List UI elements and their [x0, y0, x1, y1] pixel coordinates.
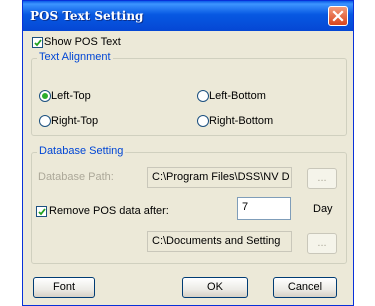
close-x-icon: [332, 10, 344, 22]
days-input[interactable]: 7: [237, 197, 291, 220]
font-button[interactable]: Font: [33, 277, 95, 298]
pos-text-setting-dialog: POS Text Setting Show POS Text Text Alig…: [22, 0, 354, 306]
ok-button[interactable]: OK: [182, 277, 248, 298]
radio-right-bottom-label[interactable]: Right-Bottom: [209, 115, 273, 127]
close-button[interactable]: [328, 6, 348, 26]
database-setting-group-label: Database Setting: [37, 145, 126, 157]
title-bar: POS Text Setting: [23, 1, 353, 31]
check-icon: [34, 39, 42, 47]
show-pos-text-checkbox[interactable]: [32, 37, 43, 48]
radio-selected-dot: [42, 93, 48, 99]
text-alignment-group-label: Text Alignment: [37, 51, 113, 63]
radio-left-top[interactable]: [39, 90, 51, 102]
window-title: POS Text Setting: [30, 9, 144, 23]
check-icon: [38, 208, 46, 216]
cancel-button[interactable]: Cancel: [273, 277, 337, 298]
show-pos-text-label[interactable]: Show POS Text: [44, 36, 121, 48]
database-path-browse-button[interactable]: ...: [307, 168, 337, 189]
radio-right-top[interactable]: [39, 115, 51, 127]
remove-pos-data-checkbox[interactable]: [36, 206, 47, 217]
database-path-label: Database Path:: [38, 171, 114, 183]
database-path-field[interactable]: C:\Program Files\DSS\NV D: [147, 167, 292, 188]
radio-right-bottom[interactable]: [197, 115, 209, 127]
second-path-field[interactable]: C:\Documents and Setting: [147, 231, 292, 252]
radio-right-top-label[interactable]: Right-Top: [51, 115, 98, 127]
second-path-browse-button[interactable]: ...: [307, 233, 337, 254]
radio-left-top-label[interactable]: Left-Top: [51, 90, 91, 102]
radio-left-bottom[interactable]: [197, 90, 209, 102]
days-unit-label: Day: [313, 203, 333, 215]
radio-left-bottom-label[interactable]: Left-Bottom: [209, 90, 266, 102]
remove-pos-data-label[interactable]: Remove POS data after:: [49, 205, 169, 217]
